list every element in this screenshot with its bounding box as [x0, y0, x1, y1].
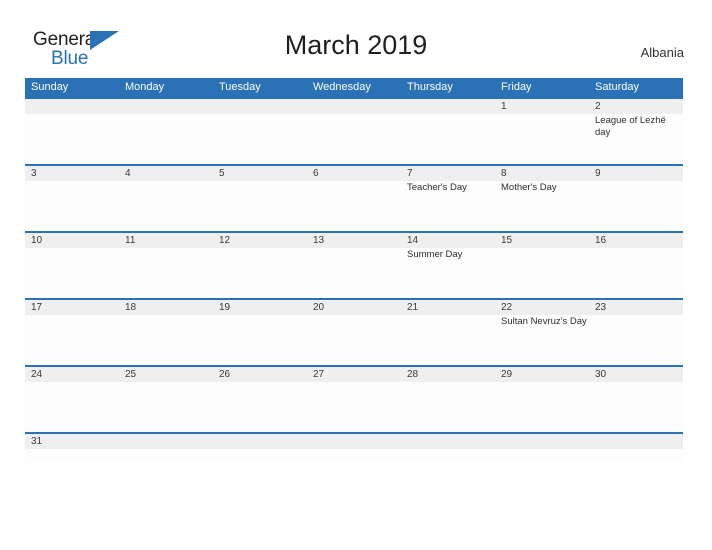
calendar-week-row: 31 [25, 432, 683, 462]
day-number: 23 [595, 302, 607, 313]
day-event: League of Lezhë day [595, 115, 666, 138]
weekday-header-wednesday: Wednesday [313, 81, 371, 93]
day-number: 22 [501, 302, 513, 313]
calendar-week-row: 1 2 League of Lezhë day [25, 97, 683, 164]
day-cell[interactable]: 28 [401, 367, 495, 432]
day-cell[interactable] [119, 99, 213, 164]
day-number: 15 [501, 235, 513, 246]
day-number: 26 [219, 369, 231, 380]
calendar-week-row: 17 18 19 20 21 22 Sultan Nevruz's Day 23 [25, 298, 683, 365]
day-number: 14 [407, 235, 419, 246]
day-number: 28 [407, 369, 419, 380]
day-event: Summer Day [407, 249, 463, 260]
day-cell[interactable]: 22 Sultan Nevruz's Day [495, 300, 589, 365]
day-number: 16 [595, 235, 607, 246]
day-number: 11 [125, 235, 136, 246]
day-number: 2 [595, 101, 601, 112]
day-number: 6 [313, 168, 319, 179]
weekday-header-saturday: Saturday [595, 81, 640, 93]
day-cell[interactable] [213, 434, 307, 462]
day-cell[interactable]: 16 [589, 233, 683, 298]
day-cell[interactable] [401, 99, 495, 164]
calendar-page: General Blue March 2019 Albania Sunday M… [0, 0, 712, 550]
calendar-week-row: 10 11 12 13 14 Summer Day 15 16 [25, 231, 683, 298]
day-number: 1 [501, 101, 507, 112]
day-number: 17 [31, 302, 43, 313]
day-cell[interactable] [307, 99, 401, 164]
day-number: 29 [501, 369, 513, 380]
day-cell[interactable]: 14 Summer Day [401, 233, 495, 298]
day-event: Mother's Day [501, 182, 557, 193]
day-number: 4 [125, 168, 131, 179]
day-number: 27 [313, 369, 325, 380]
day-number: 13 [313, 235, 325, 246]
calendar-week-row: 24 25 26 27 28 29 30 [25, 365, 683, 432]
weekday-header-thursday: Thursday [407, 81, 453, 93]
weekday-header-sunday: Sunday [31, 81, 69, 93]
weekday-header-friday: Friday [501, 81, 532, 93]
day-cell[interactable]: 31 [25, 434, 119, 462]
day-cell[interactable]: 19 [213, 300, 307, 365]
calendar-week-row: 3 4 5 6 7 Teacher's Day 8 Mother's Day 9 [25, 164, 683, 231]
day-cell[interactable]: 15 [495, 233, 589, 298]
day-cell[interactable] [589, 434, 683, 462]
day-cell[interactable]: 30 [589, 367, 683, 432]
day-cell[interactable]: 4 [119, 166, 213, 231]
calendar-grid: Sunday Monday Tuesday Wednesday Thursday… [25, 78, 683, 462]
day-cell[interactable]: 9 [589, 166, 683, 231]
weekday-header-row: Sunday Monday Tuesday Wednesday Thursday… [25, 78, 683, 97]
day-number: 19 [219, 302, 231, 313]
day-cell[interactable]: 10 [25, 233, 119, 298]
day-cell[interactable] [495, 434, 589, 462]
day-cell[interactable]: 2 League of Lezhë day [589, 99, 683, 164]
day-number: 5 [219, 168, 225, 179]
day-cell[interactable]: 25 [119, 367, 213, 432]
day-cell[interactable]: 7 Teacher's Day [401, 166, 495, 231]
day-cell[interactable]: 27 [307, 367, 401, 432]
day-number: 30 [595, 369, 607, 380]
day-number: 24 [31, 369, 43, 380]
day-cell[interactable] [119, 434, 213, 462]
day-cell[interactable]: 11 [119, 233, 213, 298]
day-cell[interactable]: 6 [307, 166, 401, 231]
day-number: 9 [595, 168, 601, 179]
day-number: 21 [407, 302, 419, 313]
day-cell[interactable]: 13 [307, 233, 401, 298]
day-cell[interactable] [307, 434, 401, 462]
day-cell[interactable]: 24 [25, 367, 119, 432]
day-number: 18 [125, 302, 137, 313]
day-cell[interactable]: 18 [119, 300, 213, 365]
country-label: Albania [640, 45, 684, 60]
page-header: General Blue March 2019 Albania [0, 0, 712, 76]
weekday-header-monday: Monday [125, 81, 165, 93]
day-number: 3 [31, 168, 37, 179]
day-number: 8 [501, 168, 507, 179]
day-cell[interactable]: 21 [401, 300, 495, 365]
day-cell[interactable]: 3 [25, 166, 119, 231]
day-cell[interactable] [25, 99, 119, 164]
day-number: 12 [219, 235, 231, 246]
day-cell[interactable]: 5 [213, 166, 307, 231]
day-number: 10 [31, 235, 43, 246]
day-cell[interactable]: 23 [589, 300, 683, 365]
day-cell[interactable] [213, 99, 307, 164]
day-number: 31 [31, 436, 43, 447]
day-cell[interactable]: 26 [213, 367, 307, 432]
day-cell[interactable]: 20 [307, 300, 401, 365]
day-cell[interactable]: 8 Mother's Day [495, 166, 589, 231]
day-number: 20 [313, 302, 325, 313]
weekday-header-tuesday: Tuesday [219, 81, 261, 93]
day-cell[interactable]: 29 [495, 367, 589, 432]
day-cell[interactable] [401, 434, 495, 462]
day-event: Teacher's Day [407, 182, 467, 193]
page-title: March 2019 [284, 30, 428, 60]
day-number: 25 [125, 369, 137, 380]
day-number: 7 [407, 168, 413, 179]
day-cell[interactable]: 12 [213, 233, 307, 298]
day-event: Sultan Nevruz's Day [501, 316, 587, 327]
day-cell[interactable]: 17 [25, 300, 119, 365]
day-cell[interactable]: 1 [495, 99, 589, 164]
